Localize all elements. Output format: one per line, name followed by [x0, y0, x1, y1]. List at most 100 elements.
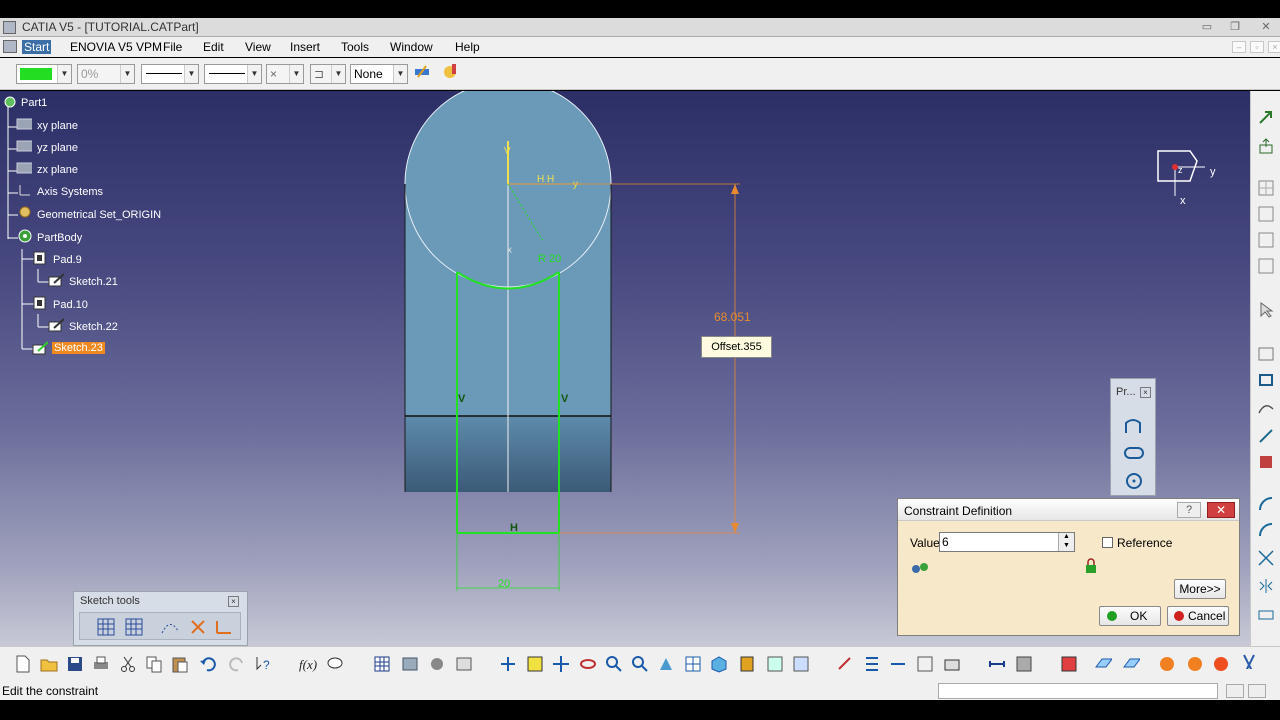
mirror-icon[interactable] [1257, 577, 1275, 595]
parameter-icon[interactable] [455, 655, 473, 673]
fillet-icon[interactable] [1257, 521, 1275, 539]
iso-view-icon[interactable] [710, 655, 728, 673]
formula-icon[interactable]: f(x) [299, 655, 317, 673]
radius-dimension[interactable]: R 20 [538, 253, 561, 265]
open-icon[interactable] [40, 655, 58, 673]
doc-close-button[interactable]: × [1268, 41, 1280, 53]
construction-icon[interactable] [1257, 231, 1275, 249]
menu-edit[interactable]: Edit [203, 40, 224, 54]
new-icon[interactable] [14, 655, 32, 673]
reference-checkbox[interactable] [1102, 537, 1113, 548]
rotate-icon[interactable] [579, 655, 597, 673]
doc-restore-button[interactable]: ▫ [1250, 41, 1264, 53]
planes-icon[interactable] [1094, 655, 1112, 673]
pan-icon[interactable] [552, 655, 570, 673]
apply-material-icon[interactable] [1060, 655, 1078, 673]
grid-icon[interactable] [96, 617, 116, 637]
trim-icon[interactable] [1257, 549, 1275, 567]
hide-show-icon[interactable] [766, 655, 784, 673]
menu-help[interactable]: Help [455, 40, 480, 54]
select-arrow-icon[interactable] [1257, 301, 1275, 319]
spin-up-icon[interactable]: ▲ [1058, 533, 1074, 542]
measure-icon[interactable] [988, 655, 1006, 673]
spline-icon[interactable] [1257, 399, 1275, 417]
transparency-combo[interactable]: 0% ▼ [77, 64, 135, 84]
reconnect-icon[interactable] [908, 557, 932, 577]
sketch-analysis-icon[interactable] [1257, 345, 1275, 363]
normal-view-icon[interactable] [657, 655, 675, 673]
save-icon[interactable] [66, 655, 84, 673]
menu-start[interactable]: Start [22, 40, 52, 54]
knowledge-icon[interactable] [428, 655, 446, 673]
camera-icon[interactable] [943, 655, 961, 673]
print-icon[interactable] [92, 655, 110, 673]
analysis-icon[interactable] [1015, 655, 1033, 673]
help-button[interactable]: ? [1177, 502, 1201, 518]
menu-file[interactable]: File [163, 40, 182, 54]
visu-icon[interactable] [916, 655, 934, 673]
document-icon[interactable] [3, 40, 17, 53]
paste-icon[interactable] [171, 655, 189, 673]
geometric-constraints-icon[interactable] [1257, 257, 1275, 275]
undo-icon[interactable] [199, 655, 217, 673]
constraint-icon[interactable] [1257, 427, 1275, 445]
command-input[interactable] [938, 683, 1218, 699]
comment-icon[interactable] [326, 655, 344, 673]
width-dimension[interactable]: 20 [498, 578, 510, 590]
maximize-button[interactable]: ❐ [1224, 20, 1246, 34]
slot-icon[interactable] [1123, 443, 1145, 463]
dimensional-constraints-icon[interactable] [214, 617, 234, 637]
redo-icon[interactable] [228, 655, 246, 673]
menu-insert[interactable]: Insert [290, 40, 320, 54]
copy-icon[interactable] [145, 655, 163, 673]
status-button-1[interactable] [1226, 684, 1244, 698]
geometrical-constraints-icon[interactable] [188, 617, 208, 637]
cut-icon[interactable] [119, 655, 137, 673]
rendering-style-combo[interactable]: ⊐ ▼ [310, 64, 346, 84]
cut-part-icon[interactable] [889, 655, 907, 673]
tool-3-icon[interactable] [1212, 655, 1230, 673]
tool-1-icon[interactable] [1158, 655, 1176, 673]
close-icon[interactable]: × [1140, 387, 1151, 398]
spin-down-icon[interactable]: ▼ [1058, 542, 1074, 551]
constraint-list-icon[interactable] [863, 655, 881, 673]
sketch-icon[interactable] [836, 655, 854, 673]
line-type-combo[interactable]: ▼ [204, 64, 262, 84]
doc-minimize-button[interactable]: – [1232, 41, 1246, 53]
profile-icon[interactable] [1123, 417, 1145, 437]
snap-to-point-icon[interactable] [124, 617, 144, 637]
swap-space-icon[interactable] [792, 655, 810, 673]
catia-app-icon[interactable] [3, 21, 16, 34]
close-button[interactable]: ✕ [1255, 20, 1277, 34]
vertical-dimension-value[interactable]: 68.051 [714, 310, 751, 324]
menu-enovia[interactable]: ENOVIA V5 VPM [70, 40, 162, 54]
table-icon[interactable] [373, 655, 391, 673]
project-icon[interactable] [1257, 605, 1275, 623]
minimize-button[interactable]: ▭ [1196, 20, 1218, 34]
point-type-combo[interactable]: × ▼ [266, 64, 304, 84]
tool-2-icon[interactable] [1186, 655, 1204, 673]
rectangle-icon[interactable] [1257, 371, 1275, 389]
multi-view-icon[interactable] [684, 655, 702, 673]
painter-icon[interactable] [412, 62, 434, 82]
close-icon[interactable]: × [228, 596, 239, 607]
circle-icon[interactable] [1123, 471, 1145, 491]
snap-icon[interactable] [1257, 205, 1275, 223]
line-thickness-combo[interactable]: ▼ [141, 64, 199, 84]
lock-icon[interactable] [1084, 557, 1098, 577]
fly-mode-icon[interactable] [499, 655, 517, 673]
transform-icon[interactable] [1257, 453, 1275, 471]
construction-element-icon[interactable] [160, 617, 180, 637]
grid-icon[interactable] [1257, 179, 1275, 197]
exit-workbench-icon[interactable] [1257, 109, 1275, 127]
fit-all-icon[interactable] [526, 655, 544, 673]
cancel-button[interactable]: Cancel [1167, 606, 1229, 626]
more-button[interactable]: More>> [1174, 579, 1226, 599]
menu-window[interactable]: Window [390, 40, 433, 54]
value-field[interactable]: 6 ▲ ▼ [939, 532, 1075, 552]
export-icon[interactable] [1257, 137, 1275, 155]
whats-this-icon[interactable]: ? [255, 655, 273, 673]
dialog-close-button[interactable]: ✕ [1207, 502, 1235, 518]
menu-view[interactable]: View [245, 40, 271, 54]
color-combo[interactable]: ▼ [16, 64, 72, 84]
